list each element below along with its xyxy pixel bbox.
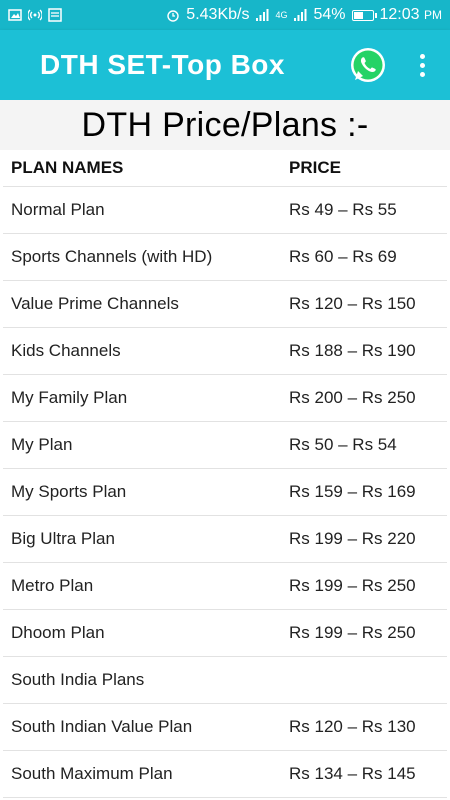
network-type: 4G — [275, 10, 288, 20]
plan-price: Rs 60 – Rs 69 — [281, 233, 447, 281]
signal-icon-2 — [294, 9, 307, 21]
plan-name: Sports Channels (with HD) — [3, 233, 281, 281]
whatsapp-share-icon[interactable] — [348, 45, 388, 85]
plan-name: My Plan — [3, 421, 281, 469]
plan-name: Dhoom Plan — [3, 609, 281, 657]
hotspot-icon — [28, 9, 42, 21]
plan-price: Rs 159 – Rs 169 — [281, 468, 447, 516]
plan-name: Big Ultra Plan — [3, 515, 281, 563]
plan-price: Rs 188 – Rs 190 — [281, 327, 447, 375]
column-header-plan-names: PLAN NAMES — [3, 150, 281, 187]
menu-dot — [419, 71, 425, 77]
clock-time: 12:03 — [379, 6, 420, 23]
table-row: My Sports Plan Rs 159 – Rs 169 — [3, 468, 447, 516]
message-notification-icon — [48, 8, 62, 22]
column-header-price: PRICE — [281, 150, 447, 187]
table-header-row: PLAN NAMES PRICE — [3, 150, 447, 187]
menu-dot — [419, 53, 425, 59]
plan-price: Rs 120 – Rs 150 — [281, 280, 447, 328]
overflow-menu-icon[interactable] — [412, 45, 432, 85]
network-speed: 5.43Kb/s — [186, 6, 250, 23]
plan-price: Rs 134 – Rs 145 — [281, 750, 447, 798]
battery-fill — [353, 11, 363, 19]
plan-name: My Family Plan — [3, 374, 281, 422]
plan-name: South Maximum Plan — [3, 750, 281, 798]
table-row: Kids Channels Rs 188 – Rs 190 — [3, 327, 447, 375]
menu-dot — [419, 62, 425, 68]
table-row: South Indian Value Plan Rs 120 – Rs 130 — [3, 703, 447, 751]
table-row: Dhoom Plan Rs 199 – Rs 250 — [3, 609, 447, 657]
plan-price — [281, 656, 447, 704]
battery-icon — [351, 9, 377, 21]
table-row: My Family Plan Rs 200 – Rs 250 — [3, 374, 447, 422]
clock-ampm: PM — [424, 8, 442, 22]
plan-price: Rs 49 – Rs 55 — [281, 186, 447, 234]
plan-price: Rs 199 – Rs 250 — [281, 562, 447, 610]
clock: 12:03 PM — [380, 6, 443, 24]
status-bar-right: 5.43Kb/s 4G 54% 12:03 PM — [166, 6, 442, 24]
signal-icon — [256, 9, 269, 21]
plan-price: Rs 120 – Rs 130 — [281, 703, 447, 751]
table-row: Big Ultra Plan Rs 199 – Rs 220 — [3, 515, 447, 563]
plan-name: Metro Plan — [3, 562, 281, 610]
table-row: Normal Plan Rs 49 – Rs 55 — [3, 186, 447, 234]
image-notification-icon — [8, 9, 22, 21]
heading-section: DTH Price/Plans :- — [0, 100, 450, 150]
plan-name: South India Plans — [3, 656, 281, 704]
table-row: Sports Channels (with HD) Rs 60 – Rs 69 — [3, 233, 447, 281]
plan-price: Rs 199 – Rs 250 — [281, 609, 447, 657]
page-title: DTH Price/Plans :- — [81, 105, 369, 144]
table-row: Metro Plan Rs 199 – Rs 250 — [3, 562, 447, 610]
plan-name: Kids Channels — [3, 327, 281, 375]
plan-name: Normal Plan — [3, 186, 281, 234]
status-bar-left — [8, 8, 62, 22]
app-bar: DTH SET-Top Box — [0, 30, 450, 100]
plans-table: PLAN NAMES PRICE Normal Plan Rs 49 – Rs 5… — [3, 150, 447, 798]
plan-name: My Sports Plan — [3, 468, 281, 516]
table-row: South Maximum Plan Rs 134 – Rs 145 — [3, 750, 447, 798]
plan-name: South Indian Value Plan — [3, 703, 281, 751]
plan-price: Rs 200 – Rs 250 — [281, 374, 447, 422]
plan-price: Rs 199 – Rs 220 — [281, 515, 447, 563]
table-row: Value Prime Channels Rs 120 – Rs 150 — [3, 280, 447, 328]
app-title: DTH SET-Top Box — [40, 49, 285, 80]
battery-percent: 54% — [313, 6, 346, 23]
plan-price: Rs 50 – Rs 54 — [281, 421, 447, 469]
alarm-icon — [167, 10, 179, 22]
table-row: My Plan Rs 50 – Rs 54 — [3, 421, 447, 469]
table-row: South India Plans — [3, 656, 447, 704]
plan-name: Value Prime Channels — [3, 280, 281, 328]
status-bar: 5.43Kb/s 4G 54% 12:03 PM — [0, 0, 450, 30]
